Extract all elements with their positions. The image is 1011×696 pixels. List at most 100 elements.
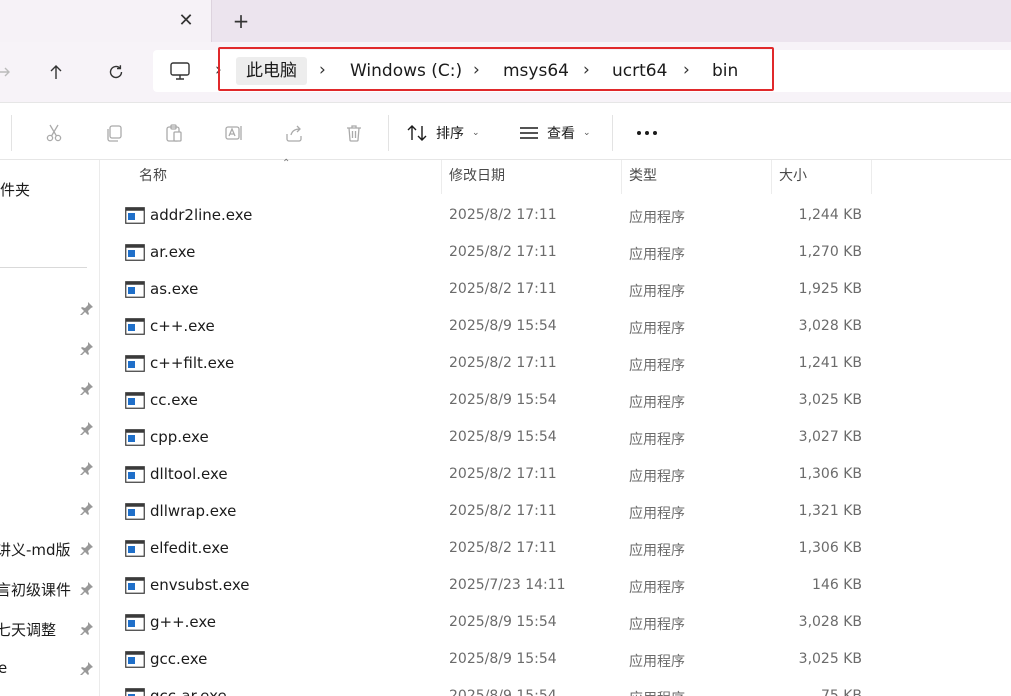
file-type: 应用程序 [629,321,685,337]
file-row[interactable]: gcc-ar.exe 2025/8/9 15:54 应用程序 75 KB [100,678,1011,696]
file-name[interactable]: ar.exe [150,243,195,261]
file-name[interactable]: c++filt.exe [150,354,234,372]
column-resizer[interactable] [871,160,872,194]
new-tab-button[interactable]: + [230,11,252,33]
breadcrumb-msys64[interactable]: msys64 [493,57,579,85]
sidebar-item-label[interactable]: e [0,659,7,677]
file-name[interactable]: elfedit.exe [150,539,229,557]
file-row[interactable]: elfedit.exe 2025/8/2 17:11 应用程序 1,306 KB [100,530,1011,567]
file-date-modified: 2025/8/2 17:11 [449,281,557,297]
file-type: 应用程序 [629,543,685,559]
column-size[interactable]: 大小 [779,160,807,194]
file-size: 146 KB [812,577,862,593]
column-resizer[interactable] [621,160,622,194]
file-name[interactable]: as.exe [150,280,198,298]
copy-icon[interactable] [102,121,126,145]
file-name[interactable]: c++.exe [150,317,215,335]
view-label: 查看 [547,126,575,142]
file-row[interactable]: dlltool.exe 2025/8/2 17:11 应用程序 1,306 KB [100,456,1011,493]
chevron-down-icon: ⌄ [472,128,480,138]
chevron-right-icon[interactable]: › [583,60,590,80]
file-name[interactable]: cpp.exe [150,428,209,446]
file-row[interactable]: c++.exe 2025/8/9 15:54 应用程序 3,028 KB [100,308,1011,345]
column-name[interactable]: 名称 [139,160,167,194]
up-icon[interactable] [42,58,70,86]
breadcrumb-this-pc[interactable]: 此电脑 [236,57,307,85]
file-row[interactable]: gcc.exe 2025/8/9 15:54 应用程序 3,025 KB [100,641,1011,678]
application-icon [125,466,145,483]
file-row[interactable]: c++filt.exe 2025/8/2 17:11 应用程序 1,241 KB [100,345,1011,382]
file-row[interactable]: dllwrap.exe 2025/8/2 17:11 应用程序 1,321 KB [100,493,1011,530]
column-resizer[interactable] [771,160,772,194]
chevron-right-icon[interactable]: › [683,60,690,80]
file-name[interactable]: gcc.exe [150,650,207,668]
file-row[interactable]: cc.exe 2025/8/9 15:54 应用程序 3,025 KB [100,382,1011,419]
column-resizer[interactable] [441,160,442,194]
file-name[interactable]: dllwrap.exe [150,502,236,520]
file-type: 应用程序 [629,688,685,696]
file-name[interactable]: gcc-ar.exe [150,687,227,696]
file-row[interactable]: addr2line.exe 2025/8/2 17:11 应用程序 1,244 KB [100,197,1011,234]
breadcrumb-windows-c[interactable]: Windows (C:) [340,57,472,85]
application-icon [125,503,145,520]
pin-icon [80,302,93,315]
file-type: 应用程序 [629,469,685,485]
file-row[interactable]: cpp.exe 2025/8/9 15:54 应用程序 3,027 KB [100,419,1011,456]
share-icon[interactable] [282,121,306,145]
breadcrumb-bin[interactable]: bin [702,57,748,85]
file-size: 1,270 KB [798,244,862,260]
file-date-modified: 2025/8/9 15:54 [449,392,557,408]
more-icon [637,131,657,135]
file-type: 应用程序 [629,506,685,522]
rename-icon[interactable] [222,121,246,145]
file-date-modified: 2025/8/2 17:11 [449,207,557,223]
file-date-modified: 2025/8/9 15:54 [449,688,557,696]
file-name[interactable]: dlltool.exe [150,465,228,483]
file-size: 3,028 KB [798,318,862,334]
forward-icon[interactable] [0,58,18,86]
file-row[interactable]: ar.exe 2025/8/2 17:11 应用程序 1,270 KB [100,234,1011,271]
tab-current[interactable]: ✕ [0,0,212,42]
breadcrumb-ucrt64[interactable]: ucrt64 [602,57,677,85]
sidebar-item-label[interactable]: 讲义-md版 [0,539,71,560]
file-type: 应用程序 [629,395,685,411]
pin-icon [80,342,93,355]
file-type: 应用程序 [629,210,685,226]
column-modified[interactable]: 修改日期 [449,160,505,194]
refresh-icon[interactable] [102,58,130,86]
file-list: addr2line.exe 2025/8/2 17:11 应用程序 1,244 KB a… [100,197,1011,696]
file-name[interactable]: envsubst.exe [150,576,250,594]
file-size: 1,306 KB [798,466,862,482]
more-options-button[interactable] [636,121,658,139]
paste-icon[interactable] [162,121,186,145]
application-icon [125,540,145,557]
chevron-right-icon[interactable]: › [319,60,326,80]
application-icon [125,244,145,261]
cut-icon[interactable] [42,121,66,145]
address-bar[interactable]: › 此电脑 › Windows (C:) › msys64 › ucrt64 ›… [153,50,1011,92]
divider [11,115,12,151]
close-tab-icon[interactable]: ✕ [176,11,196,31]
view-icon [520,127,538,139]
sidebar-item-label[interactable]: 七天调整 [0,619,56,640]
file-name[interactable]: cc.exe [150,391,198,409]
file-date-modified: 2025/8/9 15:54 [449,614,557,630]
chevron-down-icon: ⌄ [583,128,591,138]
column-type[interactable]: 类型 [629,160,657,194]
file-size: 1,306 KB [798,540,862,556]
sidebar-item-label[interactable]: 件夹 [0,179,30,200]
tab-bar: ✕ + [0,0,1011,42]
delete-icon[interactable] [342,121,366,145]
file-row[interactable]: as.exe 2025/8/2 17:11 应用程序 1,925 KB [100,271,1011,308]
file-type: 应用程序 [629,580,685,596]
navigation-pane: 件夹 讲义-md版 言初级课件 七天调整 e [0,160,100,696]
file-name[interactable]: addr2line.exe [150,206,252,224]
sort-button[interactable]: 排序 ⌄ [406,119,480,147]
file-name[interactable]: g++.exe [150,613,216,631]
file-row[interactable]: envsubst.exe 2025/7/23 14:11 应用程序 146 KB [100,567,1011,604]
view-button[interactable]: 查看 ⌄ [519,119,591,147]
application-icon [125,651,145,668]
chevron-right-icon[interactable]: › [473,60,480,80]
file-row[interactable]: g++.exe 2025/8/9 15:54 应用程序 3,028 KB [100,604,1011,641]
sidebar-item-label[interactable]: 言初级课件 [0,579,71,600]
